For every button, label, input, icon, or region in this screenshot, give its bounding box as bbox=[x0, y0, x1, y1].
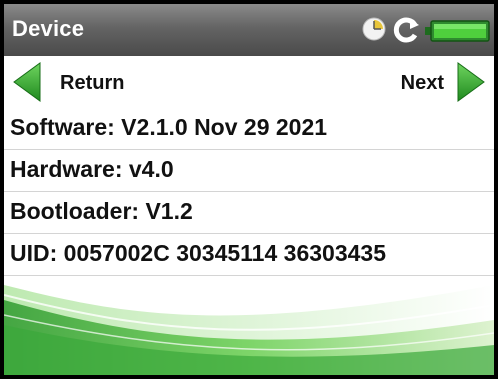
device-info-list: Software: V2.1.0 Nov 29 2021 Hardware: v… bbox=[4, 108, 494, 276]
arrow-left-icon bbox=[13, 62, 41, 102]
hardware-row: Hardware: v4.0 bbox=[4, 150, 494, 192]
hardware-version-text: Hardware: v4.0 bbox=[10, 156, 174, 182]
device-screen: Device Return Next Software: V2.1.0 Nov … bbox=[4, 4, 494, 375]
title-bar: Device bbox=[4, 4, 494, 56]
software-row: Software: V2.1.0 Nov 29 2021 bbox=[4, 108, 494, 150]
battery-icon bbox=[425, 20, 490, 42]
uid-text: UID: 0057002C 30345114 36303435 bbox=[10, 240, 386, 266]
clock-icon bbox=[362, 17, 386, 41]
page-title: Device bbox=[12, 16, 85, 41]
return-button[interactable]: Return bbox=[10, 60, 140, 104]
return-label: Return bbox=[60, 72, 125, 94]
refresh-icon[interactable] bbox=[391, 15, 421, 45]
next-button[interactable]: Next bbox=[368, 60, 488, 104]
background-wave bbox=[4, 285, 494, 375]
next-label: Next bbox=[400, 72, 444, 94]
arrow-right-icon bbox=[457, 62, 485, 102]
software-version-text: Software: V2.1.0 Nov 29 2021 bbox=[10, 114, 328, 140]
bootloader-version-text: Bootloader: V1.2 bbox=[10, 198, 193, 224]
bootloader-row: Bootloader: V1.2 bbox=[4, 192, 494, 234]
navigation-row: Return Next bbox=[4, 56, 494, 108]
